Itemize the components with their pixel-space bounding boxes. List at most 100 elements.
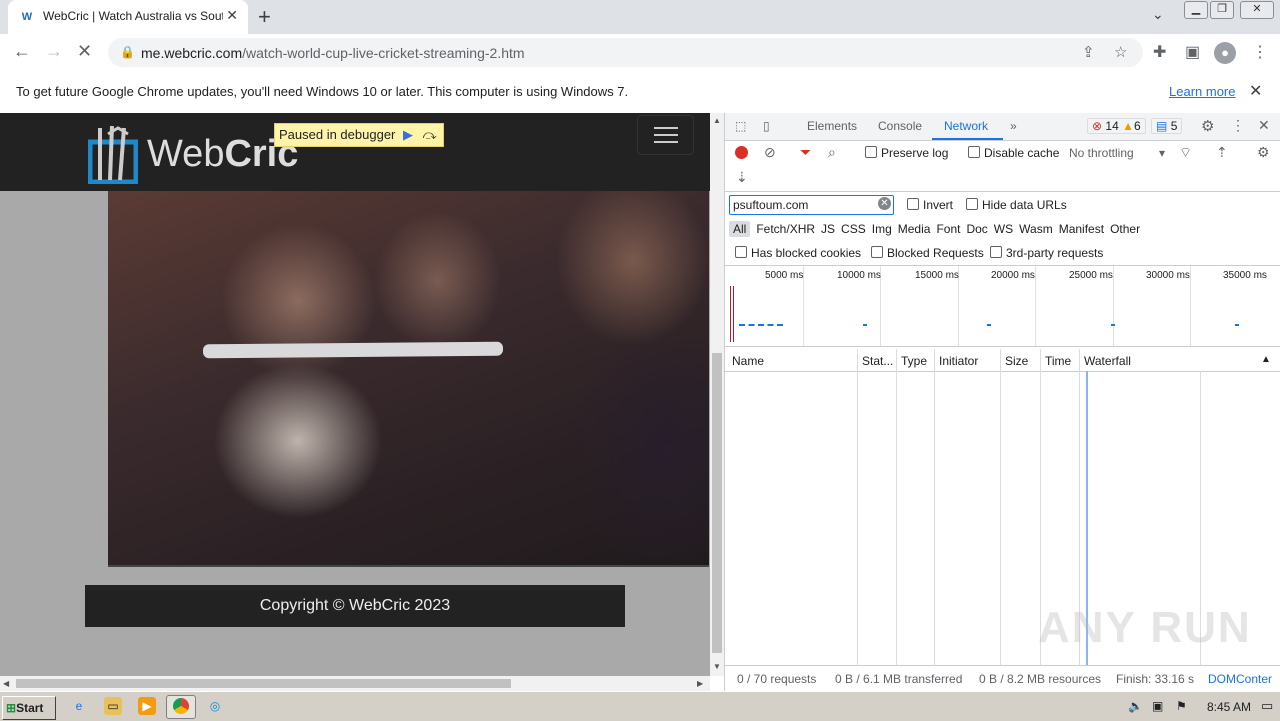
- device-toolbar-icon[interactable]: ▯: [763, 119, 770, 133]
- type-filter-font[interactable]: Font: [936, 222, 960, 236]
- network-tray-icon[interactable]: ▣: [1152, 699, 1163, 713]
- scroll-left-arrow-icon[interactable]: ◀: [3, 679, 9, 688]
- close-tab-icon[interactable]: ✕: [226, 7, 238, 24]
- filter-input-value[interactable]: psuftoum.com: [733, 198, 808, 212]
- type-filter-fetch-xhr[interactable]: Fetch/XHR: [756, 222, 815, 236]
- webcric-logo-icon[interactable]: [88, 124, 138, 184]
- column-size[interactable]: Size: [1005, 354, 1028, 368]
- more-tabs-icon[interactable]: »: [1010, 119, 1017, 133]
- edge-icon[interactable]: ◎: [206, 697, 224, 715]
- profile-avatar-icon[interactable]: ●: [1214, 42, 1236, 64]
- scroll-up-arrow-icon[interactable]: ▲: [713, 116, 721, 125]
- extensions-puzzle-icon[interactable]: ✚: [1153, 42, 1166, 62]
- filter-funnel-icon[interactable]: ⏷: [800, 144, 811, 161]
- type-filter-media[interactable]: Media: [898, 222, 931, 236]
- issues-badge[interactable]: ⊗ 14 ▲6: [1087, 118, 1146, 134]
- devtools-tab-bar: ⬚ ▯ Elements Console Network » ⊗ 14 ▲6 ▤…: [725, 113, 1280, 141]
- live-stream-video[interactable]: [108, 191, 709, 567]
- file-explorer-icon[interactable]: ▭: [104, 697, 122, 715]
- bookmark-star-icon[interactable]: ☆: [1114, 43, 1127, 61]
- learn-more-link[interactable]: Learn more: [1169, 84, 1235, 99]
- share-icon[interactable]: ⇪: [1082, 43, 1095, 61]
- column-waterfall[interactable]: Waterfall: [1084, 354, 1131, 368]
- export-har-icon[interactable]: ⇣: [736, 169, 748, 186]
- type-filter-other[interactable]: Other: [1110, 222, 1140, 236]
- chrome-menu-icon[interactable]: ⋮: [1252, 42, 1268, 62]
- close-devtools-icon[interactable]: ✕: [1258, 117, 1270, 134]
- type-filter-doc[interactable]: Doc: [966, 222, 987, 236]
- browser-tab[interactable]: W WebCric | Watch Australia vs South ✕: [8, 0, 248, 34]
- type-filter-manifest[interactable]: Manifest: [1059, 222, 1104, 236]
- inspect-element-icon[interactable]: ⬚: [735, 119, 746, 133]
- timeline-tick: 30000 ms: [1146, 270, 1190, 281]
- stop-loading-icon[interactable]: ✕: [77, 41, 92, 62]
- column-status[interactable]: Stat...: [862, 354, 893, 368]
- settings-gear-icon[interactable]: ⚙: [1201, 117, 1214, 135]
- scroll-right-arrow-icon[interactable]: ▶: [697, 679, 703, 688]
- messages-badge[interactable]: ▤ 5: [1151, 118, 1183, 134]
- type-filter-css[interactable]: CSS: [841, 222, 866, 236]
- resume-execution-icon[interactable]: ▶: [399, 124, 417, 146]
- hamburger-menu-button[interactable]: [637, 115, 694, 155]
- media-player-icon[interactable]: ▶: [138, 697, 156, 715]
- internet-explorer-icon[interactable]: e: [70, 697, 88, 715]
- page-vertical-scrollbar[interactable]: ▲ ▼: [710, 113, 724, 676]
- column-time[interactable]: Time: [1045, 354, 1071, 368]
- show-desktop-icon[interactable]: ▭: [1261, 698, 1273, 714]
- horizontal-scroll-thumb[interactable]: [16, 679, 511, 688]
- sort-ascending-icon[interactable]: ▲: [1261, 354, 1271, 365]
- page-horizontal-scrollbar[interactable]: ◀ ▶: [0, 676, 710, 691]
- tab-search-chevron-icon[interactable]: ⌄: [1152, 6, 1164, 23]
- throttling-select[interactable]: No throttling ▾: [1069, 146, 1165, 160]
- clear-icon[interactable]: ⊘: [764, 144, 776, 161]
- system-clock[interactable]: 8:45 AM: [1207, 700, 1251, 714]
- request-bar: [987, 324, 991, 326]
- minimize-button[interactable]: ▁: [1184, 1, 1208, 19]
- column-name[interactable]: Name: [732, 354, 764, 368]
- search-icon[interactable]: ⌕: [828, 144, 836, 161]
- blocked-requests-checkbox[interactable]: Blocked Requests: [871, 246, 984, 260]
- invert-checkbox[interactable]: Invert: [907, 198, 953, 212]
- chrome-taskbar-icon[interactable]: [166, 695, 196, 719]
- third-party-requests-checkbox[interactable]: 3rd-party requests: [990, 246, 1103, 260]
- preserve-log-checkbox[interactable]: Preserve log: [865, 146, 948, 160]
- url-text[interactable]: me.webcric.com/watch-world-cup-live-cric…: [141, 45, 525, 61]
- close-window-button[interactable]: ✕: [1240, 1, 1274, 19]
- network-settings-gear-icon[interactable]: ⚙: [1257, 144, 1270, 161]
- close-infobar-icon[interactable]: ✕: [1249, 81, 1262, 101]
- address-bar[interactable]: 🔒 me.webcric.com/watch-world-cup-live-cr…: [108, 38, 1143, 67]
- lock-icon: 🔒: [120, 45, 135, 59]
- side-panel-icon[interactable]: ▣: [1185, 42, 1200, 62]
- column-type[interactable]: Type: [901, 354, 927, 368]
- type-filter-all[interactable]: All: [729, 221, 751, 237]
- forward-arrow-icon[interactable]: →: [45, 41, 63, 62]
- type-filter-js[interactable]: JS: [821, 222, 835, 236]
- clear-filter-icon[interactable]: ✕: [878, 197, 891, 210]
- transferred-size: 0 B / 6.1 MB transferred: [835, 672, 963, 686]
- disable-cache-checkbox[interactable]: Disable cache: [968, 146, 1059, 160]
- network-conditions-icon[interactable]: ⌔: [1179, 144, 1192, 162]
- action-center-flag-icon[interactable]: ⚑: [1176, 699, 1187, 713]
- start-button[interactable]: ⊞Start: [2, 696, 56, 720]
- type-filter-ws[interactable]: WS: [994, 222, 1013, 236]
- has-blocked-cookies-checkbox[interactable]: Has blocked cookies: [735, 246, 861, 260]
- step-over-icon[interactable]: ⤼: [421, 124, 439, 146]
- scroll-down-arrow-icon[interactable]: ▼: [713, 662, 721, 671]
- hide-data-urls-checkbox[interactable]: Hide data URLs: [966, 198, 1067, 212]
- type-filter-img[interactable]: Img: [872, 222, 892, 236]
- volume-icon[interactable]: 🔈: [1128, 699, 1143, 713]
- tab-console[interactable]: Console: [878, 119, 922, 133]
- restore-button[interactable]: ❐: [1210, 1, 1234, 19]
- new-tab-icon[interactable]: +: [258, 4, 271, 30]
- vertical-scroll-thumb[interactable]: [712, 353, 722, 653]
- devtools-menu-icon[interactable]: ⋮: [1231, 117, 1245, 134]
- tab-network[interactable]: Network: [944, 119, 988, 133]
- network-overview-timeline[interactable]: 5000 ms 10000 ms 15000 ms 20000 ms 25000…: [725, 265, 1280, 347]
- back-arrow-icon[interactable]: ←: [13, 41, 31, 62]
- filter-input[interactable]: psuftoum.com ✕: [729, 195, 894, 215]
- record-icon[interactable]: [735, 146, 748, 159]
- tab-elements[interactable]: Elements: [807, 119, 857, 133]
- import-har-icon[interactable]: ⇡: [1216, 144, 1228, 161]
- type-filter-wasm[interactable]: Wasm: [1019, 222, 1053, 236]
- column-initiator[interactable]: Initiator: [939, 354, 978, 368]
